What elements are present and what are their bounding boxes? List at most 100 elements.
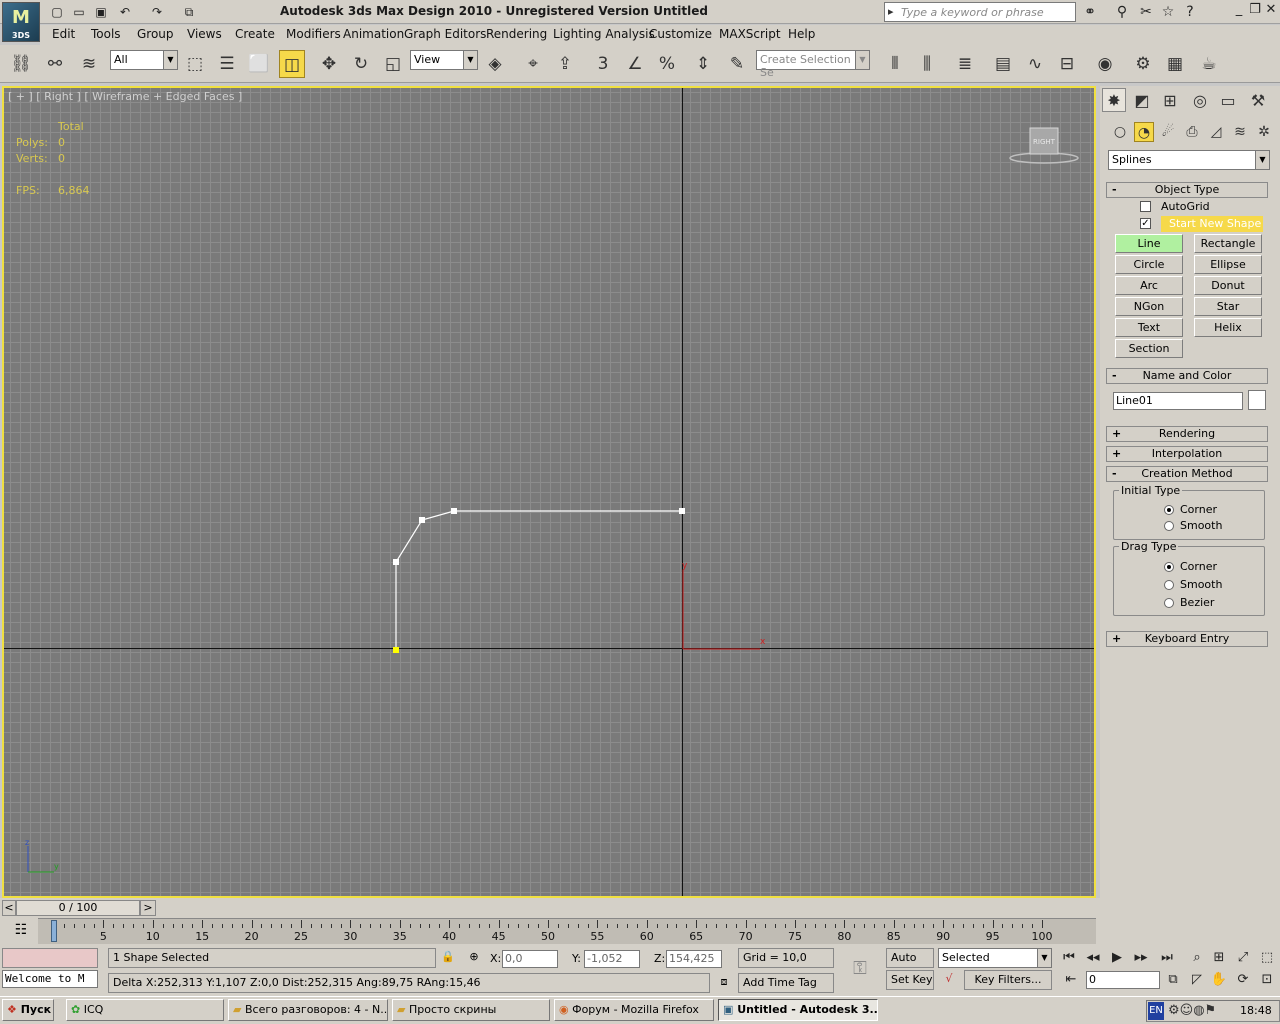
default-tangent-icon[interactable]: √ [938,972,960,990]
rollout-interpolation-header[interactable]: + Interpolation [1106,446,1268,462]
task-screens-folder[interactable]: ▰ Просто скрины [392,999,550,1021]
curve-editor-icon[interactable]: ∿ [1022,50,1048,78]
render-production-icon[interactable]: ☕ [1196,50,1222,78]
maxscript-listener-output[interactable]: Welcome to M [2,970,98,988]
select-and-move-icon[interactable]: ✥ [316,50,342,78]
task-chat[interactable]: ▰ Всего разговоров: 4 - N... [228,999,388,1021]
ellipse-button[interactable]: Ellipse [1194,255,1262,274]
keyboard-shortcut-override-icon[interactable]: ⇪ [552,50,578,78]
add-time-tag-button[interactable]: Add Time Tag [738,973,834,993]
hierarchy-tab-icon[interactable]: ⊞ [1158,88,1182,112]
maximize-viewport-icon[interactable]: ⊡ [1256,970,1278,990]
field-of-view-icon[interactable]: ◸ [1186,970,1208,990]
time-configuration-icon[interactable]: ⧉ [1162,970,1184,990]
rectangular-selection-icon[interactable]: ⬜ [246,50,272,78]
mirror-icon[interactable]: ⫴ [882,50,908,78]
motion-tab-icon[interactable]: ◎ [1188,88,1212,112]
category-select[interactable]: Splines ▼ [1108,150,1270,170]
arc-button[interactable]: Arc [1115,276,1183,295]
start-new-shape-checkbox[interactable]: ✓ [1140,218,1151,229]
geometry-icon[interactable]: ○ [1110,122,1130,142]
edit-named-selection-icon[interactable]: ✎ [724,50,750,78]
current-frame-input[interactable]: 0 [1086,971,1160,989]
viewport-right[interactable]: [ + ] [ Right ] [ Wireframe + Edged Face… [2,86,1096,898]
language-indicator[interactable]: EN [1148,1002,1164,1020]
helpers-icon[interactable]: ◿ [1206,122,1226,142]
rollout-keyboard-entry-header[interactable]: + Keyboard Entry [1106,631,1268,647]
autogrid-checkbox[interactable] [1140,201,1151,212]
zoom-icon[interactable]: ⌕ [1186,948,1208,968]
initial-corner-radio[interactable] [1164,505,1174,515]
time-slider-thumb[interactable]: 0 / 100 [16,900,140,916]
tray-icons[interactable]: ⚙☺◍⚑ [1168,1003,1228,1018]
orbit-icon[interactable]: ⟳ [1232,970,1254,990]
task-icq[interactable]: ✿ ICQ [66,999,224,1021]
spline-vertex[interactable] [419,517,425,523]
graphite-tools-icon[interactable]: ▤ [990,50,1016,78]
minimize-icon[interactable]: _ [1232,3,1246,18]
play-icon[interactable]: ▶ [1106,948,1128,968]
set-keys-key-icon[interactable]: ⚿ [840,950,880,988]
spline-line01[interactable] [395,510,682,650]
material-editor-icon[interactable]: ◉ [1092,50,1118,78]
zoom-extents-icon[interactable]: ⤢ [1232,948,1254,968]
go-to-end-icon[interactable]: ⏭ [1156,948,1178,968]
close-icon[interactable]: ✕ [1264,3,1278,18]
menu-views[interactable]: Views [187,27,222,41]
spline-vertex[interactable] [451,508,457,514]
named-selection-input[interactable]: Create Selection Se ▼ [756,50,870,79]
subscription-icon[interactable]: ⚲ [1112,4,1132,20]
key-mode-toggle-icon[interactable]: ⇤ [1060,970,1082,990]
ngon-button[interactable]: NGon [1115,297,1183,316]
menu-edit[interactable]: Edit [52,27,75,41]
key-filters-button[interactable]: Key Filters... [964,970,1052,990]
helix-button[interactable]: Helix [1194,318,1262,337]
current-time-marker[interactable] [51,920,57,942]
menu-rendering[interactable]: Rendering [486,27,547,41]
object-name-input[interactable]: Line01 [1113,392,1243,410]
pivot-center-icon[interactable]: ◈ [482,50,508,78]
select-and-rotate-icon[interactable]: ↻ [348,50,374,78]
window-crossing-icon[interactable]: ◫ [279,50,305,78]
donut-button[interactable]: Donut [1194,276,1262,295]
start-button[interactable]: ❖ Пуск [2,999,54,1021]
open-file-icon[interactable]: ▭ [70,3,88,21]
set-key-button[interactable]: Set Key [886,970,934,990]
help-icon[interactable]: ? [1180,4,1200,20]
drag-corner-radio[interactable] [1164,562,1174,572]
absolute-mode-icon[interactable]: ⊕ [466,950,482,966]
drag-bezier-radio[interactable] [1164,598,1174,608]
y-coord-input[interactable]: -1,052 [584,950,640,968]
spline-vertex[interactable] [679,508,685,514]
angle-snap-icon[interactable]: ∠ [622,50,648,78]
utilities-tab-icon[interactable]: ⚒ [1246,88,1270,112]
x-coord-input[interactable]: 0,0 [502,950,558,968]
rollout-rendering-header[interactable]: + Rendering [1106,426,1268,442]
menu-maxscript[interactable]: MAXScript [719,27,781,41]
auto-key-button[interactable]: Auto Key [886,948,934,982]
select-object-icon[interactable]: ⬚ [182,50,208,78]
task-3dsmax[interactable]: ▣ Untitled - Autodesk 3... [718,999,878,1021]
cameras-icon[interactable]: ⎙ [1182,122,1202,142]
spline-vertex[interactable] [393,559,399,565]
save-file-icon[interactable]: ▣ [92,3,110,21]
selection-lock-icon[interactable]: 🔒 [440,950,456,966]
menu-tools[interactable]: Tools [91,27,121,41]
new-file-icon[interactable]: ▢ [48,3,66,21]
rectangle-button[interactable]: Rectangle [1194,234,1262,253]
percent-snap-icon[interactable]: % [654,50,680,78]
time-tag-icon[interactable]: ⧈ [716,975,732,991]
snaps-toggle-icon[interactable]: 3 [590,50,616,78]
menu-create[interactable]: Create [235,27,275,41]
rollout-creation-method-header[interactable]: - Creation Method [1106,466,1268,482]
menu-animation[interactable]: Animation [343,27,404,41]
create-tab-icon[interactable]: ✸ [1102,88,1126,112]
display-tab-icon[interactable]: ▭ [1216,88,1240,112]
communication-icon[interactable]: ✂ [1136,4,1156,20]
next-frame-icon[interactable]: ▸▸ [1130,948,1152,968]
section-button[interactable]: Section [1115,339,1183,358]
align-icon[interactable]: ⫼ [914,50,940,78]
pan-view-icon[interactable]: ✋ [1208,970,1230,990]
drag-smooth-radio[interactable] [1164,580,1174,590]
time-slider-next-button[interactable]: > [140,900,156,916]
